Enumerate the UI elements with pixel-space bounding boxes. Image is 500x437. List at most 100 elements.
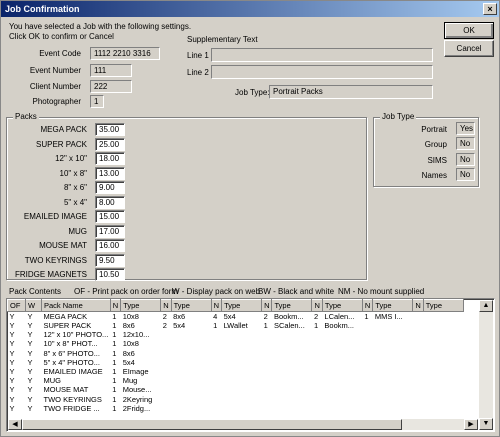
- table-cell: [211, 395, 221, 404]
- table-row[interactable]: Y Y EMAILED IMAGE 1 EImage: [8, 367, 464, 376]
- table-cell: [161, 330, 171, 339]
- table-cell: 1: [112, 348, 117, 358]
- table-row[interactable]: Y Y MOUSE MAT 1 Mouse...: [8, 385, 464, 394]
- table-cell: 10x8: [122, 312, 139, 321]
- column-header[interactable]: Pack Name: [41, 299, 111, 312]
- column-header[interactable]: Type: [372, 299, 414, 312]
- table-cell: Y: [9, 321, 15, 331]
- column-header[interactable]: OF: [7, 299, 26, 312]
- table-cell: 1: [112, 394, 117, 404]
- table-cell: [272, 404, 312, 413]
- pack-price-input[interactable]: 13.00: [95, 166, 125, 180]
- column-header[interactable]: N: [109, 299, 122, 312]
- table-cell: Y: [27, 312, 33, 321]
- pack-price-input[interactable]: 18.00: [95, 152, 125, 165]
- pack-price-input[interactable]: 25.00: [95, 137, 125, 151]
- table-cell: [423, 385, 463, 394]
- table-row[interactable]: Y Y 12" x 10" PHOTO... 1 12x10...: [8, 330, 464, 339]
- pack-price-input[interactable]: 10.50: [95, 268, 125, 281]
- column-header[interactable]: N: [210, 299, 223, 312]
- pack-label: MOUSE MAT: [39, 241, 87, 250]
- table-cell: [222, 349, 262, 358]
- pack-price-input[interactable]: 9.00: [95, 181, 125, 194]
- table-cell: [171, 339, 211, 348]
- pack-price-input[interactable]: 15.00: [95, 210, 125, 223]
- table-cell: [322, 385, 362, 394]
- table-cell: 1: [112, 339, 117, 349]
- column-header[interactable]: Type: [271, 299, 313, 312]
- pack-price-input[interactable]: 9.50: [95, 253, 125, 267]
- table-cell: [262, 358, 272, 367]
- table-row[interactable]: Y Y TWO KEYRINGS 1 2Keyring: [8, 395, 464, 404]
- pack-price-input[interactable]: 17.00: [95, 224, 125, 238]
- pack-price-input[interactable]: 35.00: [95, 123, 125, 136]
- scroll-down-icon[interactable]: ▼: [479, 418, 493, 430]
- column-header[interactable]: N: [261, 299, 273, 312]
- table-cell: [171, 358, 211, 367]
- table-row[interactable]: Y Y MEGA PACK 1 10x8 2 8x6 4 5x4 2 Bookm... 2 LCalen…: [8, 312, 464, 322]
- table-cell: [312, 339, 322, 348]
- table-cell: [362, 395, 372, 404]
- column-header[interactable]: N: [311, 299, 323, 312]
- table-cell: 5x4: [122, 357, 135, 367]
- table-cell: [161, 385, 171, 394]
- scroll-thumb[interactable]: [22, 419, 402, 430]
- table-row[interactable]: Y Y 8" x 6" PHOTO... 1 8x6: [8, 349, 464, 358]
- table-cell: [272, 395, 312, 404]
- table-cell: [222, 358, 262, 367]
- table-cell: [373, 358, 413, 367]
- table-cell: [211, 385, 221, 394]
- table-cell: [312, 330, 322, 339]
- table-cell: 1: [112, 321, 117, 331]
- client-number-value: 222: [90, 80, 132, 93]
- pack-label: MUG: [68, 226, 87, 236]
- table-cell: 1: [112, 357, 117, 367]
- table-row[interactable]: Y Y TWO FRIDGE ... 1 2Fridg...: [8, 404, 464, 413]
- column-header[interactable]: Type: [221, 299, 263, 312]
- table-cell: [373, 404, 413, 413]
- pack-price-input[interactable]: 16.00: [95, 239, 125, 252]
- column-header[interactable]: N: [361, 299, 374, 312]
- table-cell: 8x6: [122, 348, 135, 358]
- ok-button[interactable]: OK: [444, 22, 494, 39]
- cancel-button[interactable]: Cancel: [444, 40, 494, 57]
- table-cell: [373, 321, 413, 330]
- column-header[interactable]: N: [412, 299, 424, 312]
- pack-contents-table[interactable]: OF W Pack Name N Type N Type N Type N Type N Type N Ty…: [6, 298, 495, 432]
- table-row[interactable]: Y Y SUPER PACK 1 8x6 2 5x4 1 LWallet 1 SCalen... 1 B…: [8, 321, 464, 330]
- column-header[interactable]: N: [160, 299, 172, 312]
- column-header[interactable]: Type: [170, 299, 212, 312]
- scroll-left-icon[interactable]: ◀: [8, 419, 22, 430]
- table-cell: [171, 330, 211, 339]
- table-cell: 2: [263, 312, 268, 321]
- table-cell: [262, 385, 272, 394]
- job-type-option-value: Yes: [456, 122, 475, 135]
- table-cell: 12" x 10" PHOTO...: [43, 330, 109, 340]
- table-cell: [171, 385, 211, 394]
- table-cell: Mug: [122, 376, 138, 386]
- table-cell: EImage: [122, 367, 149, 377]
- table-cell: 2: [162, 321, 167, 331]
- scroll-right-icon[interactable]: ▶: [464, 419, 478, 430]
- column-header[interactable]: Type: [120, 299, 162, 312]
- scroll-up-icon[interactable]: ▲: [479, 300, 493, 312]
- table-cell: [211, 358, 221, 367]
- column-header[interactable]: W: [25, 299, 42, 312]
- column-header[interactable]: Type: [422, 299, 464, 312]
- table-cell: Y: [27, 348, 33, 358]
- photographer-label: Photographer: [32, 97, 81, 106]
- vertical-scrollbar[interactable]: ▲ ▼: [479, 300, 493, 430]
- table-row[interactable]: Y Y 10" x 8" PHOT... 1 10x8: [8, 339, 464, 348]
- pack-contents-grid: OF W Pack Name N Type N Type N Type N Type N Type N Ty…: [7, 299, 464, 413]
- pack-price-input[interactable]: 8.00: [95, 195, 125, 209]
- table-cell: [322, 367, 362, 376]
- table-cell: [222, 395, 262, 404]
- table-row[interactable]: Y Y MUG 1 Mug: [8, 376, 464, 385]
- horizontal-scrollbar[interactable]: ◀ ▶: [8, 419, 478, 430]
- line-2-label: Line 2: [187, 68, 209, 77]
- table-cell: [161, 367, 171, 376]
- close-icon[interactable]: ×: [483, 3, 497, 15]
- column-header[interactable]: Type: [321, 299, 363, 312]
- table-row[interactable]: Y Y 5" x 4" PHOTO... 1 5x4: [8, 358, 464, 367]
- table-cell: [373, 330, 413, 339]
